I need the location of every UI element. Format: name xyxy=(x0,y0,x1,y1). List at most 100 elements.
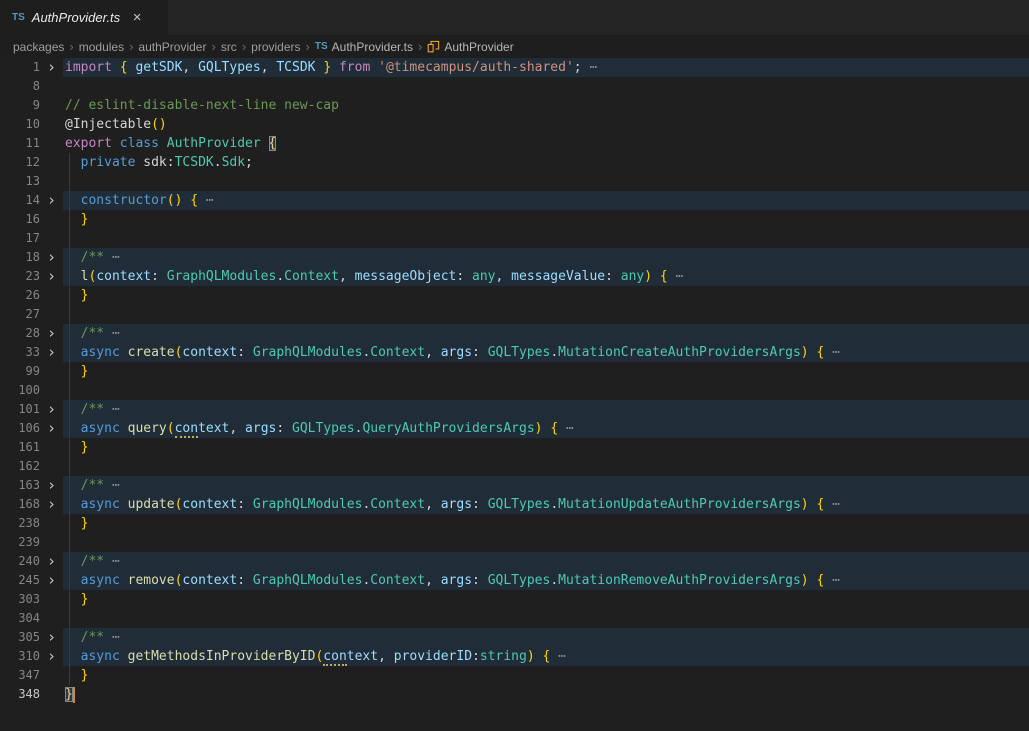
code-token: getSDK xyxy=(135,60,182,75)
line-number[interactable]: 9 xyxy=(0,96,40,115)
line-number[interactable]: 16 xyxy=(0,210,40,229)
code-line[interactable]: 14› constructor() { ⋯ xyxy=(0,191,1029,210)
code-line[interactable]: 101› /** ⋯ xyxy=(0,400,1029,419)
line-number[interactable]: 161 xyxy=(0,438,40,457)
code-line[interactable]: 106› async query(context, args: GQLTypes… xyxy=(0,419,1029,438)
code-line[interactable]: 16 } xyxy=(0,210,1029,229)
line-number[interactable]: 310 xyxy=(0,647,40,666)
code-line-content: } xyxy=(63,210,1029,229)
code-line[interactable]: 245› async remove(context: GraphQLModule… xyxy=(0,571,1029,590)
line-number[interactable]: 10 xyxy=(0,115,40,134)
fold-chevron-icon[interactable]: › xyxy=(40,191,63,210)
fold-chevron-icon[interactable]: › xyxy=(40,267,63,286)
line-number[interactable]: 23 xyxy=(0,267,40,286)
breadcrumb-folder[interactable]: authProvider xyxy=(138,40,206,54)
code-editor[interactable]: 1›import { getSDK, GQLTypes, TCSDK } fro… xyxy=(0,58,1029,731)
line-number[interactable]: 240 xyxy=(0,552,40,571)
fold-chevron-icon[interactable]: › xyxy=(40,324,63,343)
code-line[interactable]: 305› /** ⋯ xyxy=(0,628,1029,647)
line-number[interactable]: 305 xyxy=(0,628,40,647)
line-number[interactable]: 13 xyxy=(0,172,40,191)
code-line[interactable]: 9// eslint-disable-next-line new-cap xyxy=(0,96,1029,115)
line-number[interactable]: 33 xyxy=(0,343,40,362)
line-number[interactable]: 348 xyxy=(0,685,40,704)
line-number[interactable]: 101 xyxy=(0,400,40,419)
code-line[interactable]: 26 } xyxy=(0,286,1029,305)
line-number[interactable]: 12 xyxy=(0,153,40,172)
code-line[interactable]: 348} xyxy=(0,685,1029,704)
code-line[interactable]: 17 xyxy=(0,229,1029,248)
code-line[interactable]: 168› async update(context: GraphQLModule… xyxy=(0,495,1029,514)
code-line[interactable]: 163› /** ⋯ xyxy=(0,476,1029,495)
code-line[interactable]: 304 xyxy=(0,609,1029,628)
code-line[interactable]: 27 xyxy=(0,305,1029,324)
line-number[interactable]: 162 xyxy=(0,457,40,476)
fold-chevron-icon[interactable]: › xyxy=(40,495,63,514)
code-line[interactable]: 12 private sdk:TCSDK.Sdk; xyxy=(0,153,1029,172)
code-line[interactable]: 310› async getMethodsInProviderByID(cont… xyxy=(0,647,1029,666)
line-number[interactable]: 163 xyxy=(0,476,40,495)
line-number[interactable]: 304 xyxy=(0,609,40,628)
line-number[interactable]: 238 xyxy=(0,514,40,533)
breadcrumb-folder[interactable]: src xyxy=(221,40,237,54)
code-line[interactable]: 23› l(context: GraphQLModules.Context, m… xyxy=(0,267,1029,286)
line-number[interactable]: 106 xyxy=(0,419,40,438)
breadcrumb-folder[interactable]: modules xyxy=(79,40,124,54)
fold-chevron-icon[interactable]: › xyxy=(40,419,63,438)
breadcrumb-symbol[interactable]: AuthProvider xyxy=(427,40,513,54)
line-number[interactable]: 347 xyxy=(0,666,40,685)
code-line[interactable]: 33› async create(context: GraphQLModules… xyxy=(0,343,1029,362)
code-line[interactable]: 238 } xyxy=(0,514,1029,533)
typescript-file-icon: TS xyxy=(315,41,328,52)
code-token: { xyxy=(120,60,128,75)
code-line[interactable]: 240› /** ⋯ xyxy=(0,552,1029,571)
fold-chevron-icon[interactable]: › xyxy=(40,343,63,362)
line-number[interactable]: 17 xyxy=(0,229,40,248)
line-number[interactable]: 100 xyxy=(0,381,40,400)
line-number[interactable]: 14 xyxy=(0,191,40,210)
code-token: ; xyxy=(245,155,253,170)
code-line-content: /** ⋯ xyxy=(63,248,1029,267)
code-line[interactable]: 18› /** ⋯ xyxy=(0,248,1029,267)
fold-chevron-icon[interactable]: › xyxy=(40,476,63,495)
code-line[interactable]: 162 xyxy=(0,457,1029,476)
line-number[interactable]: 239 xyxy=(0,533,40,552)
code-line[interactable]: 10@Injectable() xyxy=(0,115,1029,134)
breadcrumb-file[interactable]: TSAuthProvider.ts xyxy=(315,40,413,54)
code-line[interactable]: 100 xyxy=(0,381,1029,400)
fold-chevron-icon[interactable]: › xyxy=(40,571,63,590)
line-number[interactable]: 8 xyxy=(0,77,40,96)
line-number[interactable]: 99 xyxy=(0,362,40,381)
tab-authprovider[interactable]: TS AuthProvider.ts × xyxy=(0,0,168,35)
fold-chevron-icon[interactable]: › xyxy=(40,400,63,419)
fold-chevron-icon[interactable]: › xyxy=(40,58,63,77)
line-number[interactable]: 168 xyxy=(0,495,40,514)
code-line[interactable]: 28› /** ⋯ xyxy=(0,324,1029,343)
line-number[interactable]: 303 xyxy=(0,590,40,609)
line-number[interactable]: 11 xyxy=(0,134,40,153)
line-number[interactable]: 1 xyxy=(0,58,40,77)
code-line[interactable]: 11export class AuthProvider { xyxy=(0,134,1029,153)
code-line[interactable]: 239 xyxy=(0,533,1029,552)
code-line[interactable]: 99 } xyxy=(0,362,1029,381)
line-number[interactable]: 28 xyxy=(0,324,40,343)
code-line[interactable]: 161 } xyxy=(0,438,1029,457)
code-line[interactable]: 347 } xyxy=(0,666,1029,685)
gutter-spacer xyxy=(40,533,63,552)
code-line[interactable]: 1›import { getSDK, GQLTypes, TCSDK } fro… xyxy=(0,58,1029,77)
code-line[interactable]: 13 xyxy=(0,172,1029,191)
line-number[interactable]: 27 xyxy=(0,305,40,324)
line-number[interactable]: 26 xyxy=(0,286,40,305)
fold-chevron-icon[interactable]: › xyxy=(40,248,63,267)
line-number[interactable]: 18 xyxy=(0,248,40,267)
breadcrumb-folder[interactable]: providers xyxy=(251,40,300,54)
fold-chevron-icon[interactable]: › xyxy=(40,552,63,571)
fold-chevron-icon[interactable]: › xyxy=(40,647,63,666)
gutter-spacer xyxy=(40,77,63,96)
code-line[interactable]: 303 } xyxy=(0,590,1029,609)
line-number[interactable]: 245 xyxy=(0,571,40,590)
close-icon[interactable]: × xyxy=(127,8,147,28)
code-line[interactable]: 8 xyxy=(0,77,1029,96)
breadcrumb-folder[interactable]: packages xyxy=(13,40,64,54)
fold-chevron-icon[interactable]: › xyxy=(40,628,63,647)
